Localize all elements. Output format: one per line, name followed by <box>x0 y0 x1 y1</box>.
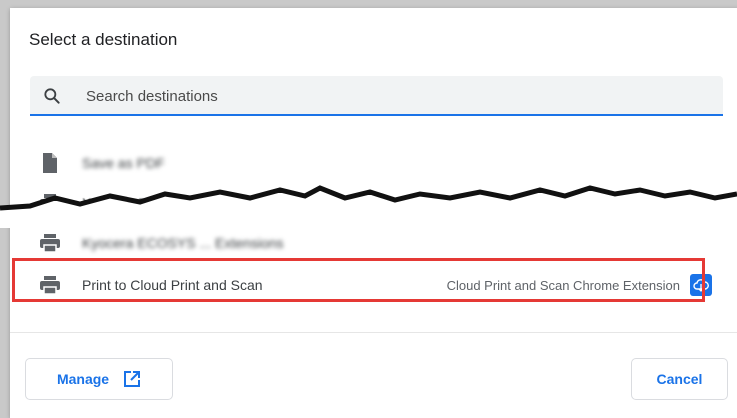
torn-edge-redaction <box>0 185 737 228</box>
destination-label: Kyocera ECOSYS ... Extensions <box>82 235 284 251</box>
footer-divider <box>10 332 737 333</box>
manage-button[interactable]: Manage <box>25 358 173 400</box>
highlight-box <box>12 258 705 302</box>
search-icon <box>44 88 60 104</box>
manage-label: Manage <box>56 371 110 387</box>
printer-icon <box>38 231 62 255</box>
cancel-button[interactable]: Cancel <box>631 358 728 400</box>
destination-row[interactable]: Kyocera ECOSYS ... Extensions <box>30 223 720 263</box>
search-input[interactable] <box>84 84 688 108</box>
dialog-title: Select a destination <box>29 30 178 49</box>
search-box[interactable] <box>30 76 723 116</box>
open-external-icon <box>124 371 141 387</box>
